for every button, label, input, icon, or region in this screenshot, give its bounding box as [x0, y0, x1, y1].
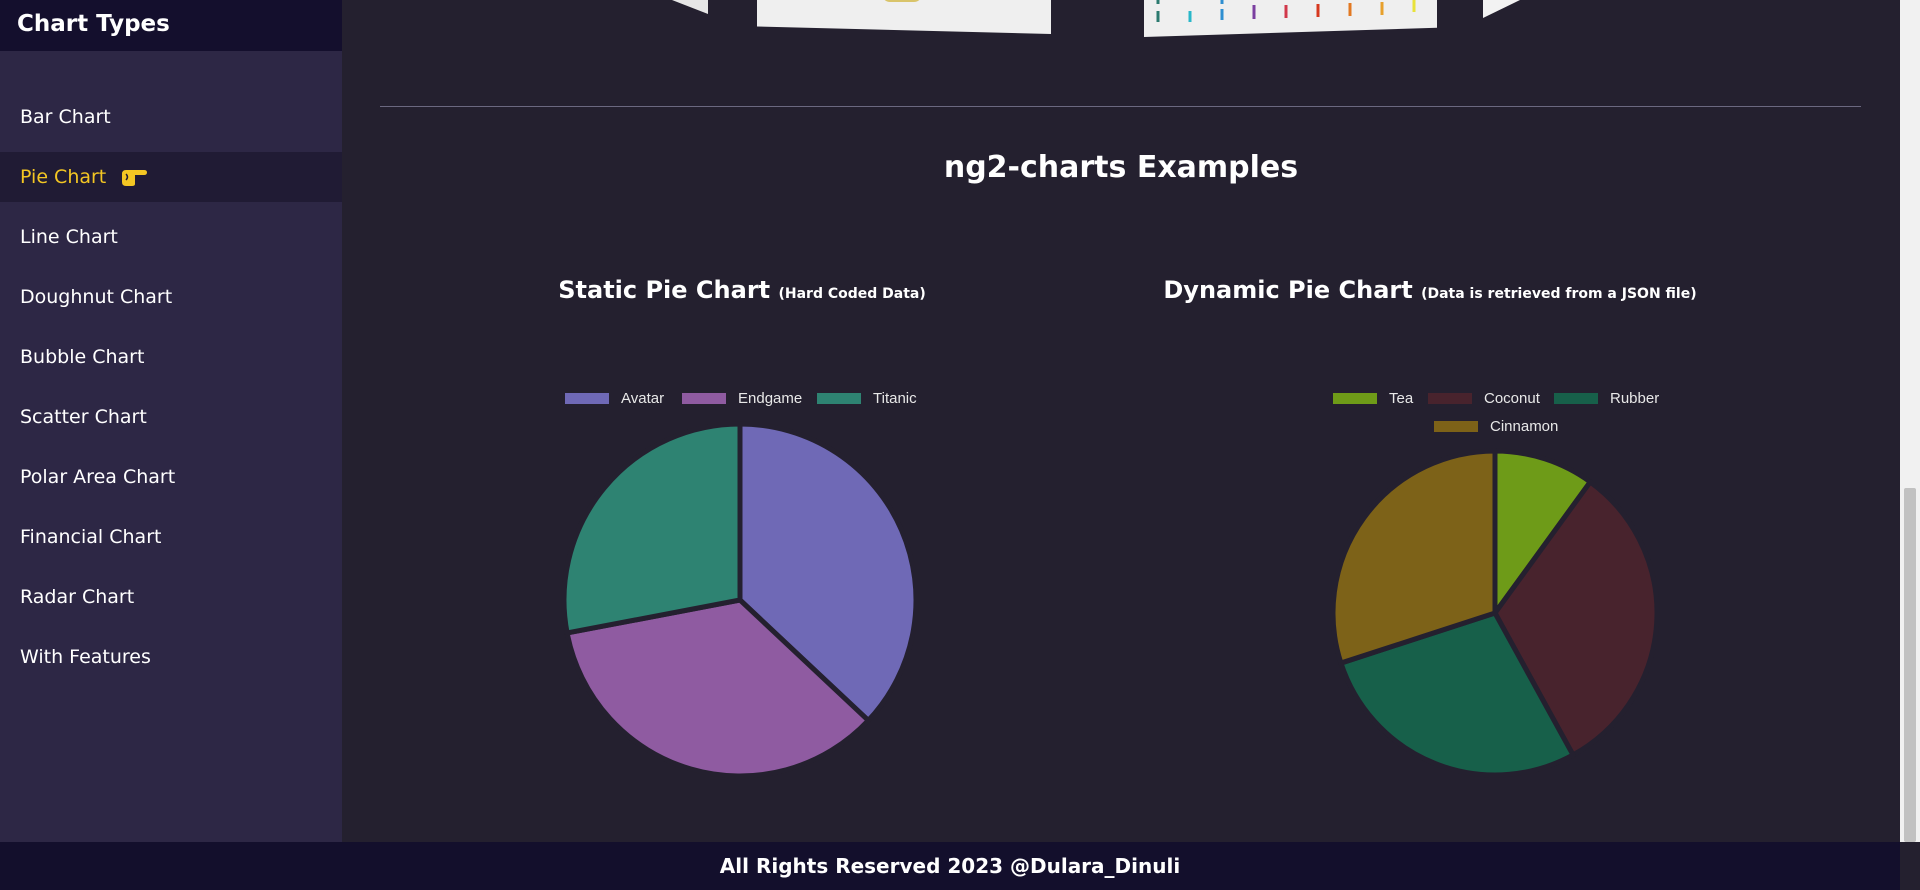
sidebar-item-label: Line Chart [20, 226, 118, 248]
pointing-hand-icon [120, 166, 148, 188]
sidebar-item-label: Radar Chart [20, 586, 135, 608]
static-chart-title: Static Pie Chart (Hard Coded Data) [392, 276, 1092, 304]
sidebar-item-label: Polar Area Chart [20, 466, 176, 488]
sidebar-item-label: Pie Chart [20, 166, 107, 188]
legend-swatch [817, 393, 861, 404]
sidebar-item-bar-chart[interactable]: Bar Chart [0, 92, 342, 142]
chart-subtitle: (Hard Coded Data) [778, 286, 926, 302]
dynamic-chart-title: Dynamic Pie Chart (Data is retrieved fro… [1080, 276, 1780, 304]
footer: All Rights Reserved 2023 @Dulara_Dinuli [0, 842, 1900, 890]
chart-title-text: Dynamic Pie Chart [1163, 276, 1413, 304]
legend-label: Tea [1389, 390, 1414, 407]
chart-title-text: Static Pie Chart [558, 276, 771, 304]
sidebar-item-scatter-chart[interactable]: Scatter Chart [0, 392, 342, 442]
sidebar-item-label: Bubble Chart [20, 346, 145, 368]
legend-label: Rubber [1610, 390, 1660, 407]
sidebar-item-bubble-chart[interactable]: Bubble Chart [0, 332, 342, 382]
chart-type-card[interactable] [757, 0, 1051, 34]
legend-item[interactable]: Cinnamon [1434, 418, 1558, 435]
pie-slice-titanic[interactable] [561, 421, 743, 636]
sidebar: Chart Types Bar Chart Pie Chart Line Cha… [0, 0, 342, 842]
legend-swatch [1428, 393, 1472, 404]
sidebar-header: Chart Types [0, 0, 342, 51]
legend-item[interactable]: Tea [1333, 390, 1413, 407]
sidebar-item-pie-chart[interactable]: Pie Chart [0, 152, 342, 202]
sidebar-item-label: Doughnut Chart [20, 286, 173, 308]
card-thumbnail [1156, 0, 1416, 22]
chart-type-card[interactable] [1144, 0, 1437, 37]
legend-item[interactable]: Titanic [817, 390, 917, 407]
sidebar-item-line-chart[interactable]: Line Chart [0, 212, 342, 262]
legend-item[interactable]: Avatar [565, 390, 664, 407]
page-title: ng2-charts Examples [943, 150, 1299, 185]
dynamic-pie-chart [1330, 448, 1660, 778]
sidebar-item-radar-chart[interactable]: Radar Chart [0, 572, 342, 622]
scrollbar[interactable] [1900, 0, 1920, 842]
legend-item[interactable]: Coconut [1428, 390, 1540, 407]
sidebar-item-label: With Features [20, 646, 151, 668]
sidebar-item-label: Financial Chart [20, 526, 162, 548]
scrollbar-thumb[interactable] [1904, 488, 1916, 842]
legend-swatch [682, 393, 726, 404]
legend-label: Coconut [1484, 390, 1540, 407]
legend-swatch [1554, 393, 1598, 404]
sidebar-item-label: Scatter Chart [20, 406, 147, 428]
legend-swatch [1434, 421, 1478, 432]
sidebar-item-polar-area-chart[interactable]: Polar Area Chart [0, 452, 342, 502]
card-edge-right [1483, 0, 1520, 18]
sidebar-item-financial-chart[interactable]: Financial Chart [0, 512, 342, 562]
legend-label: Titanic [873, 390, 917, 407]
legend-label: Cinnamon [1490, 418, 1559, 435]
legend-swatch [1333, 393, 1377, 404]
legend-item[interactable]: Endgame [682, 390, 802, 407]
legend-item[interactable]: Rubber [1554, 390, 1659, 407]
static-pie-chart [561, 421, 919, 779]
footer-text: All Rights Reserved 2023 @Dulara_Dinuli [719, 854, 1181, 878]
chart-subtitle: (Data is retrieved from a JSON file) [1421, 286, 1697, 302]
sidebar-item-label: Bar Chart [20, 106, 111, 128]
card-thumbnail [882, 0, 922, 2]
sidebar-item-doughnut-chart[interactable]: Doughnut Chart [0, 272, 342, 322]
legend-label: Endgame [738, 390, 803, 407]
sidebar-title: Chart Types [17, 11, 170, 37]
legend-label: Avatar [621, 390, 665, 407]
section-divider [380, 106, 1861, 107]
sidebar-item-with-features[interactable]: With Features [0, 632, 342, 682]
card-edge-left [672, 0, 708, 14]
legend-swatch [565, 393, 609, 404]
